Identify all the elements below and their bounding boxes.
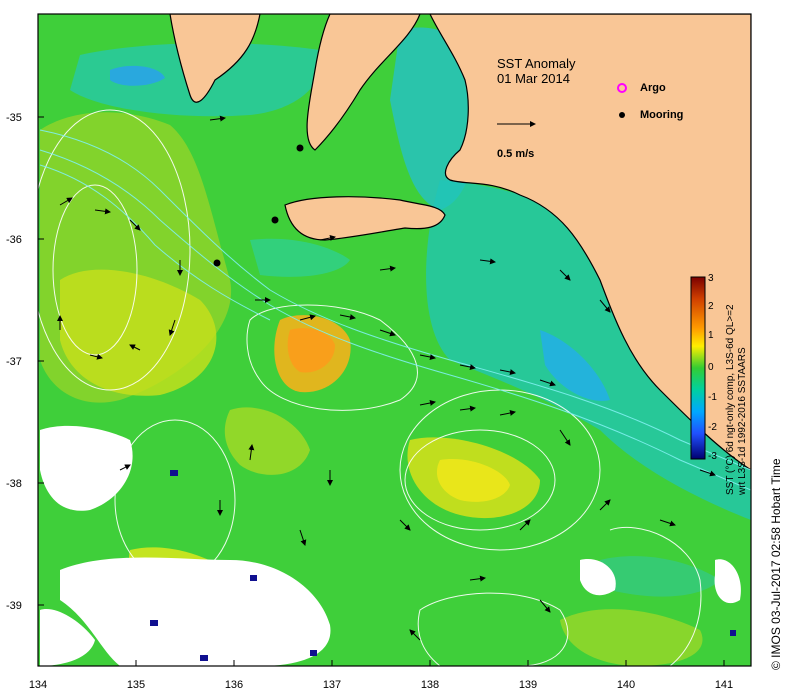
colorbar-label-line1: SST (°C) 6d ngt-only comp, L3S-6d QL>=2 bbox=[725, 304, 736, 495]
x-tick: 140 bbox=[617, 679, 635, 691]
colorbar-tick: 0 bbox=[708, 362, 714, 373]
x-axis-ticks: 134 135 136 137 138 139 140 141 bbox=[29, 679, 733, 691]
colorbar-gradient bbox=[690, 276, 706, 460]
x-tick: 135 bbox=[127, 679, 145, 691]
credit-text: © IMOS 03-Jul-2017 02:58 Hobart Time bbox=[769, 458, 783, 670]
map-title-line1: SST Anomaly bbox=[497, 56, 576, 71]
colorbar-tick: 2 bbox=[708, 301, 714, 312]
x-tick: 138 bbox=[421, 679, 439, 691]
y-axis-ticks: -35 -36 -37 -38 -39 bbox=[6, 112, 22, 612]
colorbar-label-line2: wrt L3S-1d 1992-2016 SSTAARS bbox=[737, 347, 748, 496]
mooring-marker bbox=[271, 216, 279, 224]
map-title-line2: 01 Mar 2014 bbox=[497, 71, 570, 86]
colorbar-tick: 1 bbox=[708, 330, 714, 341]
vector-scale-label: 0.5 m/s bbox=[497, 148, 534, 160]
colorbar-tick: -3 bbox=[708, 451, 717, 462]
mooring-legend-icon bbox=[619, 112, 625, 118]
x-tick: 136 bbox=[225, 679, 243, 691]
y-tick: -35 bbox=[6, 112, 22, 124]
mooring-marker bbox=[296, 144, 304, 152]
y-tick: -38 bbox=[6, 478, 22, 490]
argo-legend-label: Argo bbox=[640, 82, 666, 94]
y-tick: -39 bbox=[6, 600, 22, 612]
mooring-marker bbox=[213, 259, 221, 267]
y-tick: -36 bbox=[6, 234, 22, 246]
colorbar-tick: 3 bbox=[708, 273, 714, 284]
colorbar-tick: -1 bbox=[708, 392, 717, 403]
mooring-legend-label: Mooring bbox=[640, 109, 683, 121]
x-tick: 139 bbox=[519, 679, 537, 691]
x-tick: 137 bbox=[323, 679, 341, 691]
colorbar-tick: -2 bbox=[708, 422, 717, 433]
x-tick: 134 bbox=[29, 679, 47, 691]
x-tick: 141 bbox=[715, 679, 733, 691]
y-tick: -37 bbox=[6, 356, 22, 368]
sst-anomaly-map: SST Anomaly 01 Mar 2014 Argo Mooring 0.5… bbox=[6, 13, 783, 691]
